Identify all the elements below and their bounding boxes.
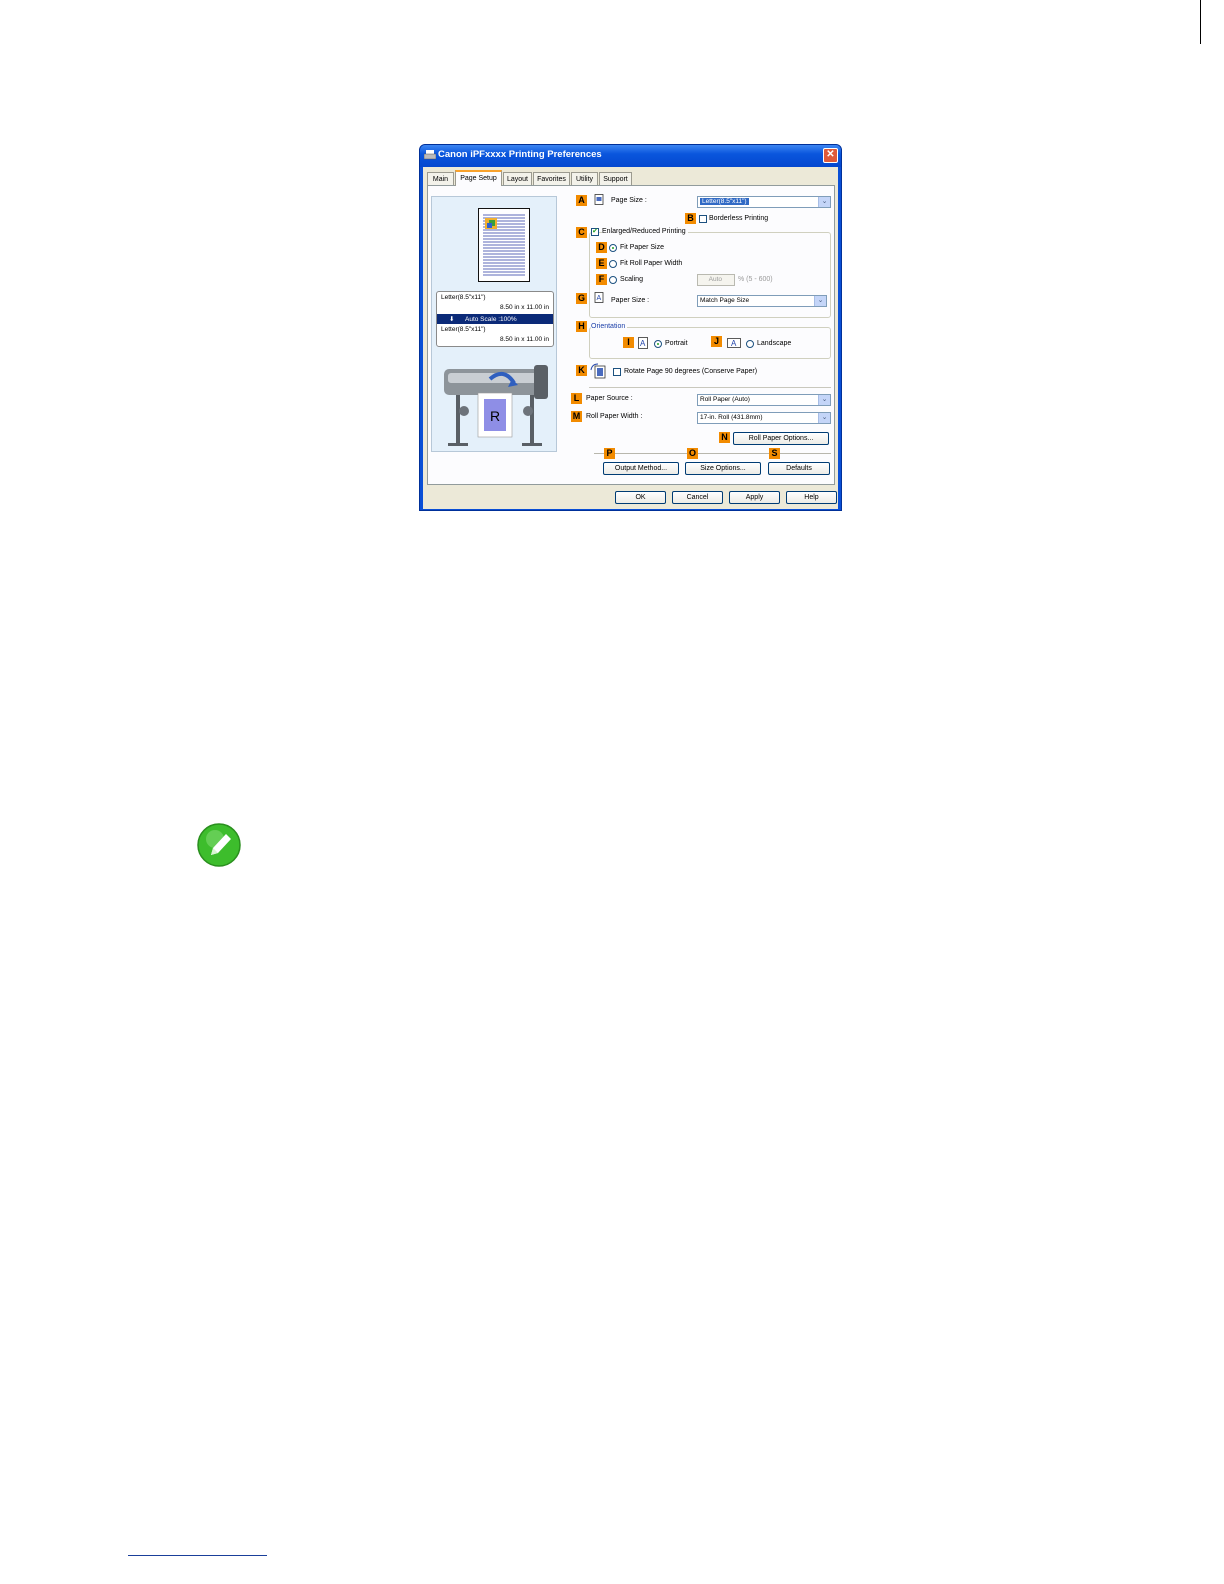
close-button[interactable]: ✕ xyxy=(823,148,838,163)
badge-g: G xyxy=(576,293,587,304)
roll-width-value: 17-in. Roll (431.8mm) xyxy=(700,414,763,421)
badge-p: P xyxy=(604,448,615,459)
enlarged-checkbox[interactable]: ✔ xyxy=(591,228,599,236)
help-button[interactable]: Help xyxy=(786,491,837,504)
svg-text:A: A xyxy=(597,295,602,302)
chevron-down-icon: ⌄ xyxy=(818,197,830,207)
paper-size-value: Match Page Size xyxy=(700,297,750,304)
fit-roll-width-label: Fit Roll Paper Width xyxy=(620,260,683,267)
landscape-radio[interactable] xyxy=(746,340,754,348)
paper-size-icon: A xyxy=(594,292,604,303)
portrait-label: Portrait xyxy=(665,340,688,347)
scaling-spinner[interactable]: Auto xyxy=(697,274,735,286)
borderless-label: Borderless Printing xyxy=(709,215,769,222)
chevron-down-icon: ⌄ xyxy=(818,395,830,405)
badge-e: E xyxy=(596,258,607,269)
page-thumbnail xyxy=(478,208,530,282)
scaling-range-label: % (5 - 600) xyxy=(738,276,773,283)
scaling-radio[interactable] xyxy=(609,276,617,284)
note-pencil-icon xyxy=(197,823,241,867)
badge-n: N xyxy=(719,432,730,443)
page-preview-graphic xyxy=(482,212,526,278)
enlarged-label: Enlarged/Reduced Printing xyxy=(602,228,688,235)
original-size-label: Letter(8.5"x11") xyxy=(441,294,486,301)
rotate-page-icon xyxy=(590,363,606,379)
roll-width-select[interactable]: 17-in. Roll (431.8mm) ⌄ xyxy=(697,412,831,424)
tab-favorites[interactable]: Favorites xyxy=(533,172,570,185)
svg-text:A: A xyxy=(640,339,646,348)
bottom-divider xyxy=(594,453,831,454)
scaling-label: Scaling xyxy=(620,276,643,283)
tab-layout[interactable]: Layout xyxy=(503,172,532,185)
dialog-title: Canon iPFxxxx Printing Preferences xyxy=(438,149,602,160)
page-size-label: Page Size : xyxy=(611,197,647,204)
printing-preferences-dialog: Canon iPFxxxx Printing Preferences ✕ Mai… xyxy=(419,144,842,511)
tab-support[interactable]: Support xyxy=(599,172,632,185)
badge-c: C xyxy=(576,227,587,238)
badge-k: K xyxy=(576,365,587,376)
page-edge-line xyxy=(1200,0,1201,44)
orientation-label: Orientation xyxy=(591,323,628,330)
page-size-value: Letter(8.5"x11") xyxy=(700,198,749,205)
apply-button[interactable]: Apply xyxy=(729,491,780,504)
svg-text:R: R xyxy=(490,408,500,424)
portrait-icon: A xyxy=(638,337,648,349)
fit-paper-size-radio[interactable] xyxy=(609,244,617,252)
tab-utility[interactable]: Utility xyxy=(571,172,598,185)
size-options-button[interactable]: Size Options... xyxy=(685,462,761,475)
ok-button[interactable]: OK xyxy=(615,491,666,504)
paper-info-box: Letter(8.5"x11") 8.50 in x 11.00 in ⬇ Au… xyxy=(436,291,554,347)
chevron-down-icon: ⌄ xyxy=(814,296,826,306)
roll-paper-options-button[interactable]: Roll Paper Options... xyxy=(733,432,829,445)
auto-scale-row: ⬇ Auto Scale :100% xyxy=(437,314,553,324)
down-arrow-icon: ⬇ xyxy=(449,316,455,323)
paper-size-label: Paper Size : xyxy=(611,297,650,304)
fit-paper-size-label: Fit Paper Size xyxy=(620,244,664,251)
auto-scale-text: Auto Scale :100% xyxy=(465,315,517,323)
fit-roll-width-radio[interactable] xyxy=(609,260,617,268)
rotate-page-checkbox[interactable] xyxy=(613,368,621,376)
portrait-radio[interactable] xyxy=(654,340,662,348)
badge-l: L xyxy=(571,393,582,404)
paper-source-label: Paper Source : xyxy=(586,395,633,402)
output-size-label: Letter(8.5"x11") xyxy=(441,326,486,333)
badge-j: J xyxy=(711,336,722,347)
badge-o: O xyxy=(687,448,698,459)
page-size-select[interactable]: Letter(8.5"x11") ⌄ xyxy=(697,196,831,208)
badge-f: F xyxy=(596,274,607,285)
badge-s: S xyxy=(769,448,780,459)
badge-i: I xyxy=(623,337,634,348)
badge-d: D xyxy=(596,242,607,253)
landscape-label: Landscape xyxy=(757,340,792,347)
title-bar[interactable]: Canon iPFxxxx Printing Preferences ✕ xyxy=(420,145,841,167)
page-size-icon xyxy=(594,194,604,205)
chevron-down-icon: ⌄ xyxy=(818,413,830,423)
svg-text:A: A xyxy=(731,339,737,348)
output-method-button[interactable]: Output Method... xyxy=(603,462,679,475)
tab-main[interactable]: Main xyxy=(427,172,454,185)
footer-link-underline xyxy=(128,1555,267,1556)
borderless-checkbox[interactable] xyxy=(699,215,707,223)
defaults-button[interactable]: Defaults xyxy=(768,462,830,475)
paper-source-value: Roll Paper (Auto) xyxy=(700,396,750,403)
badge-a: A xyxy=(576,195,587,206)
paper-source-select[interactable]: Roll Paper (Auto) ⌄ xyxy=(697,394,831,406)
badge-m: M xyxy=(571,411,582,422)
rotate-page-label: Rotate Page 90 degrees (Conserve Paper) xyxy=(624,368,758,375)
badge-h: H xyxy=(576,321,587,332)
preview-pane: Letter(8.5"x11") 8.50 in x 11.00 in ⬇ Au… xyxy=(431,196,557,452)
original-dimensions: 8.50 in x 11.00 in xyxy=(499,304,549,311)
paper-size-select[interactable]: Match Page Size ⌄ xyxy=(697,295,827,307)
printer-icon xyxy=(424,150,436,160)
landscape-icon: A xyxy=(727,338,741,348)
dialog-client: Main Page Setup Layout Favorites Utility… xyxy=(423,167,838,509)
output-dimensions: 8.50 in x 11.00 in xyxy=(499,336,549,343)
section-divider xyxy=(589,387,831,388)
cancel-button[interactable]: Cancel xyxy=(672,491,723,504)
badge-b: B xyxy=(685,213,696,224)
large-format-printer-image: R xyxy=(438,355,552,451)
tab-page-setup[interactable]: Page Setup xyxy=(455,170,502,186)
roll-width-label: Roll Paper Width : xyxy=(586,413,643,420)
